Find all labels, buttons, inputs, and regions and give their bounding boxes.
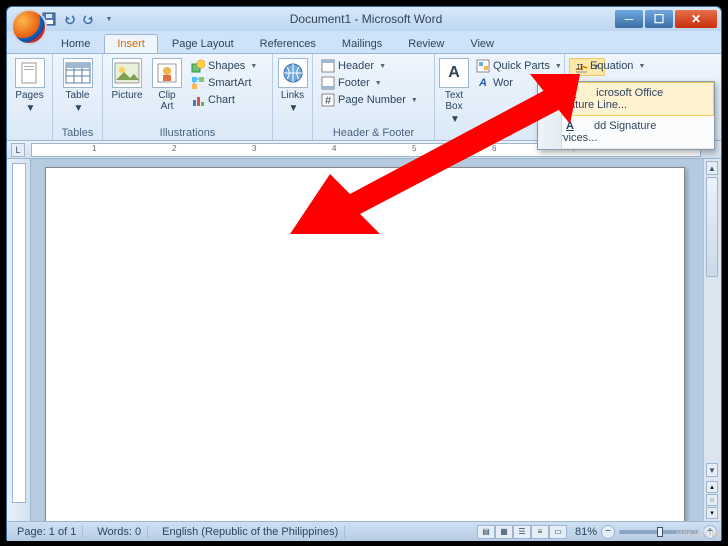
- tab-selector[interactable]: L: [11, 143, 25, 157]
- zoom-out-button[interactable]: −: [601, 525, 615, 539]
- scroll-thumb[interactable]: [706, 177, 718, 277]
- chart-icon: [191, 93, 205, 107]
- undo-icon[interactable]: [61, 11, 77, 27]
- ribbon-tabs: Home Insert Page Layout References Maili…: [7, 31, 721, 53]
- tab-page-layout[interactable]: Page Layout: [160, 35, 246, 53]
- footer-button[interactable]: Footer▼: [317, 75, 422, 91]
- clipart-icon: [152, 58, 182, 88]
- status-page[interactable]: Page: 1 of 1: [11, 526, 83, 538]
- workspace: ▲ ▼ ▴ ○ ▾: [7, 159, 721, 521]
- maximize-button[interactable]: ☐: [645, 10, 673, 28]
- shapes-icon: [191, 59, 205, 73]
- links-label: Links: [281, 90, 304, 101]
- vertical-scrollbar: ▲ ▼ ▴ ○ ▾: [703, 159, 721, 521]
- web-layout-view[interactable]: ☰: [513, 525, 531, 539]
- picture-icon: [112, 58, 142, 88]
- full-screen-view[interactable]: ▦: [495, 525, 513, 539]
- textbox-icon: A: [439, 58, 469, 88]
- group-links: Links▼: [273, 54, 313, 140]
- window-controls: ─ ☐ ✕: [615, 10, 717, 28]
- textbox-label: Text Box: [445, 90, 463, 112]
- status-words[interactable]: Words: 0: [91, 526, 148, 538]
- hyperlink-icon: [278, 58, 308, 88]
- signature-line-dropdown: Microsoft Office Signature Line... Add S…: [537, 81, 715, 150]
- wordart-icon: A: [476, 76, 490, 90]
- shapes-button[interactable]: Shapes▼: [187, 58, 261, 74]
- scroll-up-button[interactable]: ▲: [706, 161, 718, 175]
- smartart-button[interactable]: SmartArt: [187, 75, 261, 91]
- pages-icon: [15, 58, 45, 88]
- quick-parts-button[interactable]: Quick Parts▼: [472, 58, 566, 74]
- equation-button[interactable]: πEquation▼: [569, 58, 649, 74]
- group-header-footer-label: Header & Footer: [317, 125, 430, 140]
- titlebar: ▼ Document1 - Microsoft Word ─ ☐ ✕: [7, 7, 721, 31]
- tab-insert[interactable]: Insert: [104, 34, 158, 53]
- pages-button[interactable]: Pages▼: [11, 56, 48, 116]
- table-button[interactable]: Table▼: [57, 56, 98, 116]
- clipart-label: Clip Art: [158, 90, 175, 112]
- vertical-ruler: [7, 159, 31, 521]
- links-button[interactable]: Links▼: [277, 56, 308, 116]
- equation-icon: π: [573, 59, 587, 73]
- browse-object-controls: ▴ ○ ▾: [706, 481, 718, 519]
- chart-button[interactable]: Chart: [187, 92, 261, 108]
- app-window: ▼ Document1 - Microsoft Word ─ ☐ ✕ Home …: [6, 6, 722, 540]
- next-page-button[interactable]: ▾: [706, 507, 718, 519]
- prev-page-button[interactable]: ▴: [706, 481, 718, 493]
- header-icon: [321, 59, 335, 73]
- group-pages: Pages▼: [7, 54, 53, 140]
- table-label: Table: [66, 90, 90, 101]
- print-layout-view[interactable]: ▤: [477, 525, 495, 539]
- tab-references[interactable]: References: [248, 35, 328, 53]
- office-button[interactable]: [11, 9, 47, 45]
- select-browse-object[interactable]: ○: [706, 494, 718, 506]
- statusbar: Page: 1 of 1 Words: 0 English (Republic …: [7, 521, 721, 541]
- document-area[interactable]: [31, 159, 703, 521]
- table-icon: [63, 58, 93, 88]
- tab-review[interactable]: Review: [396, 35, 456, 53]
- qat-customize-icon[interactable]: ▼: [101, 11, 117, 27]
- watermark: wikiHow: [676, 526, 720, 540]
- outline-view[interactable]: ≡: [531, 525, 549, 539]
- textbox-button[interactable]: A Text Box▼: [439, 56, 469, 127]
- page-number-icon: #: [321, 93, 335, 107]
- draft-view[interactable]: ▭: [549, 525, 567, 539]
- group-header-footer: Header▼ Footer▼ #Page Number▼ Header & F…: [313, 54, 435, 140]
- redo-icon[interactable]: [81, 11, 97, 27]
- menu-add-signature-services[interactable]: Add Signature Services...: [538, 116, 714, 149]
- status-language[interactable]: English (Republic of the Philippines): [156, 526, 345, 538]
- tab-mailings[interactable]: Mailings: [330, 35, 394, 53]
- svg-text:#: #: [325, 95, 332, 107]
- minimize-button[interactable]: ─: [615, 10, 643, 28]
- view-buttons: ▤ ▦ ☰ ≡ ▭: [477, 525, 567, 539]
- tab-view[interactable]: View: [458, 35, 506, 53]
- picture-label: Picture: [111, 90, 142, 101]
- page-canvas[interactable]: [45, 167, 685, 521]
- tab-home[interactable]: Home: [49, 35, 102, 53]
- clipart-button[interactable]: Clip Art: [150, 56, 184, 114]
- window-title: Document1 - Microsoft Word: [117, 12, 615, 26]
- group-tables-label: Tables: [57, 125, 98, 140]
- zoom-slider-thumb[interactable]: [657, 527, 663, 537]
- menu-ms-office-signature-line[interactable]: Microsoft Office Signature Line...: [538, 82, 714, 116]
- smartart-icon: [191, 76, 205, 90]
- close-button[interactable]: ✕: [675, 10, 717, 28]
- quick-parts-icon: [476, 59, 490, 73]
- group-tables: Table▼ Tables: [53, 54, 103, 140]
- scroll-down-button[interactable]: ▼: [706, 463, 718, 477]
- pages-label: Pages: [15, 90, 43, 101]
- page-number-button[interactable]: #Page Number▼: [317, 92, 422, 108]
- group-illustrations-label: Illustrations: [107, 125, 268, 140]
- zoom-level[interactable]: 81%: [575, 526, 597, 538]
- group-illustrations: Picture Clip Art Shapes▼ SmartArt Chart …: [103, 54, 273, 140]
- header-button[interactable]: Header▼: [317, 58, 422, 74]
- picture-button[interactable]: Picture: [107, 56, 147, 103]
- footer-icon: [321, 76, 335, 90]
